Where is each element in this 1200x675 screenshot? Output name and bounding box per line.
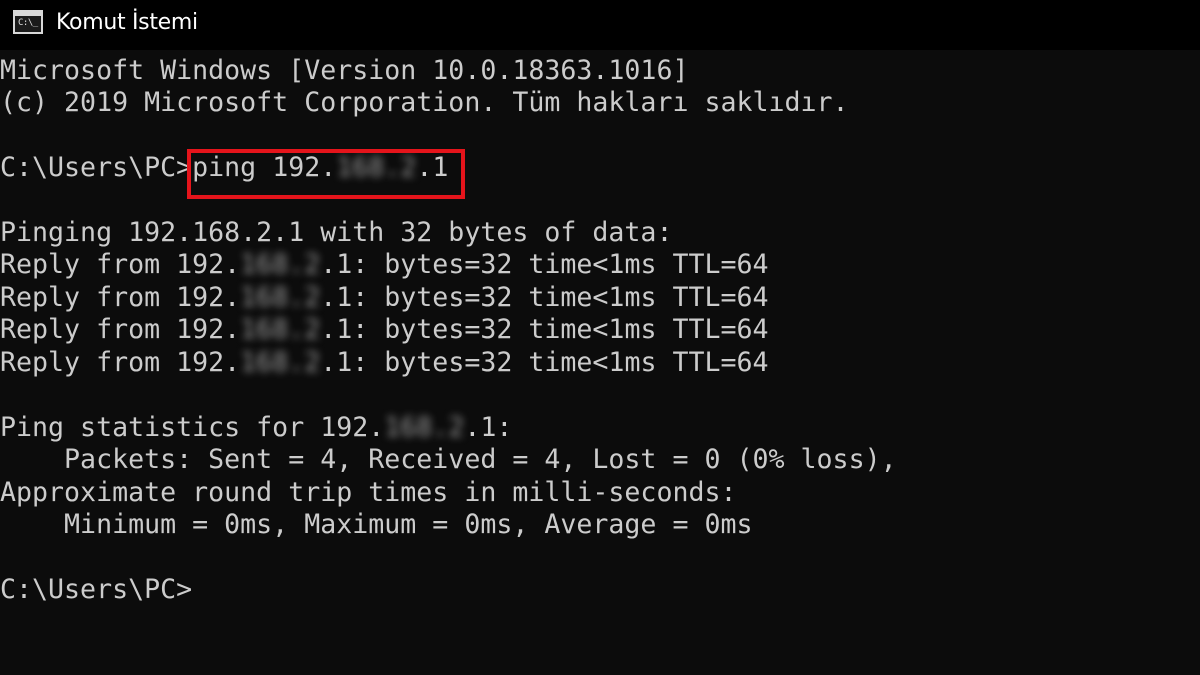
reply-line: Reply from 192.168.2.1: bytes=32 time<1m… [0, 314, 769, 346]
current-prompt-line[interactable]: C:\Users\PC> [0, 574, 192, 606]
blurred-octets: 168.2 [384, 412, 465, 443]
blurred-octets: 168.2 [240, 249, 321, 280]
reply-prefix: Reply from 192. [0, 314, 241, 345]
copyright-line: (c) 2019 Microsoft Corporation. Tüm hakl… [0, 87, 849, 118]
window-title: Komut İstemi [56, 10, 198, 35]
cmd-icon: C:\_ [13, 10, 43, 34]
command-highlight-box [187, 149, 465, 199]
packets-line: Packets: Sent = 4, Received = 4, Lost = … [0, 444, 897, 475]
reply-suffix: .1: bytes=32 time<1ms TTL=64 [320, 282, 769, 313]
reply-suffix: .1: bytes=32 time<1ms TTL=64 [320, 249, 769, 280]
stats-prefix: Ping statistics for 192. [0, 412, 385, 443]
blurred-octets: 168.2 [240, 314, 321, 345]
prompt: C:\Users\PC> [0, 152, 193, 183]
cmd-icon-glyph: C:\_ [18, 18, 38, 28]
blurred-octets: 168.2 [240, 347, 321, 378]
round-trip-times-line: Minimum = 0ms, Maximum = 0ms, Average = … [0, 509, 753, 540]
command-prompt-window: C:\_ Komut İstemi Microsoft Windows [Ver… [0, 0, 1200, 675]
reply-prefix: Reply from 192. [0, 282, 241, 313]
blurred-octets: 168.2 [240, 282, 321, 313]
reply-line: Reply from 192.168.2.1: bytes=32 time<1m… [0, 282, 769, 314]
reply-prefix: Reply from 192. [0, 249, 241, 280]
console-output[interactable]: Microsoft Windows [Version 10.0.18363.10… [0, 55, 1200, 675]
reply-suffix: .1: bytes=32 time<1ms TTL=64 [320, 314, 769, 345]
reply-suffix: .1: bytes=32 time<1ms TTL=64 [320, 347, 769, 378]
pinging-line: Pinging 192.168.2.1 with 32 bytes of dat… [0, 217, 673, 248]
stats-suffix: .1: [464, 412, 513, 443]
reply-line: Reply from 192.168.2.1: bytes=32 time<1m… [0, 249, 769, 281]
reply-line: Reply from 192.168.2.1: bytes=32 time<1m… [0, 347, 769, 379]
round-trip-header-line: Approximate round trip times in milli-se… [0, 477, 737, 508]
statistics-line: Ping statistics for 192.168.2.1: [0, 412, 512, 444]
title-bar[interactable]: C:\_ Komut İstemi [0, 0, 1200, 50]
reply-prefix: Reply from 192. [0, 347, 241, 378]
version-line: Microsoft Windows [Version 10.0.18363.10… [0, 55, 689, 86]
